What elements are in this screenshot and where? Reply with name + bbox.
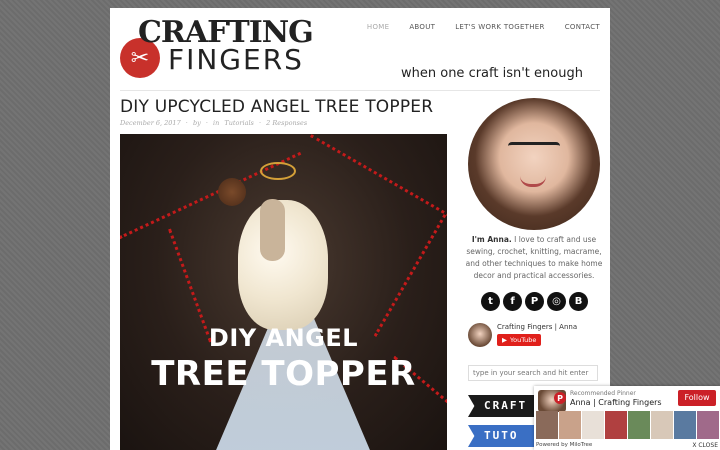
- youtube-avatar[interactable]: [468, 323, 492, 347]
- pinner-name[interactable]: Anna | Crafting Fingers: [570, 398, 662, 407]
- angel-halo: [260, 162, 296, 180]
- author-bio: I'm Anna. I love to craft and use sewing…: [465, 234, 603, 282]
- post-category-link[interactable]: Tutorials: [224, 119, 254, 127]
- glasses: [508, 142, 560, 159]
- nav-work-together[interactable]: LET'S WORK TOGETHER: [455, 23, 544, 31]
- search-input[interactable]: [468, 365, 598, 381]
- pinterest-icon[interactable]: P: [525, 292, 544, 311]
- youtube-subscribe-button[interactable]: ▶ YouTube: [497, 334, 542, 346]
- pin-thumbnail[interactable]: [536, 411, 558, 439]
- bloglovin-icon[interactable]: B: [569, 292, 588, 311]
- post-in: in: [213, 119, 220, 127]
- youtube-play-icon: ▶: [502, 336, 507, 344]
- youtube-widget: Crafting Fingers | Anna ▶ YouTube: [468, 323, 603, 349]
- facebook-icon[interactable]: f: [503, 292, 522, 311]
- post-title[interactable]: DIY UPCYCLED ANGEL TREE TOPPER: [120, 97, 433, 117]
- pin-thumbnail[interactable]: [651, 411, 673, 439]
- pin-thumbnail[interactable]: [697, 411, 719, 439]
- header-divider: [120, 90, 600, 91]
- pinterest-popup: P Recommended Pinner Anna | Crafting Fin…: [534, 386, 720, 450]
- site-logo[interactable]: ✂ CRAFTING FINGERS: [120, 16, 314, 81]
- angel-face: [260, 199, 285, 261]
- pin-thumbnail[interactable]: [674, 411, 696, 439]
- bead-garland: [309, 134, 447, 217]
- pinecone: [218, 178, 246, 206]
- post-date: December 6, 2017: [120, 119, 181, 127]
- nav-home[interactable]: HOME: [367, 23, 389, 31]
- hero-image[interactable]: DIY ANGEL TREE TOPPER: [120, 134, 447, 450]
- youtube-button-label: YouTube: [510, 336, 537, 344]
- pin-thumbnail[interactable]: [582, 411, 604, 439]
- instagram-icon[interactable]: ◎: [547, 292, 566, 311]
- post-responses-link[interactable]: 2 Responses: [266, 119, 307, 127]
- follow-button[interactable]: Follow: [678, 390, 716, 406]
- logo-text-bottom: FINGERS: [168, 43, 304, 76]
- pinner-subtitle: Recommended Pinner: [570, 390, 636, 397]
- hero-title-line2: TREE TOPPER: [151, 354, 416, 394]
- main-nav: HOME ABOUT LET'S WORK TOGETHER CONTACT: [367, 23, 600, 31]
- page-container: ✂ CRAFTING FINGERS HOME ABOUT LET'S WORK…: [110, 8, 610, 450]
- close-button[interactable]: X CLOSE: [692, 442, 718, 449]
- post-meta: December 6, 2017 · by · in Tutorials · 2…: [120, 119, 308, 127]
- pin-thumbnail[interactable]: [605, 411, 627, 439]
- post-by: by: [192, 119, 201, 127]
- bio-name: I'm Anna.: [471, 235, 512, 244]
- smile: [520, 176, 546, 187]
- powered-by-label[interactable]: Powered by MiloTree: [536, 442, 592, 448]
- nav-contact[interactable]: CONTACT: [565, 23, 600, 31]
- youtube-channel-name[interactable]: Crafting Fingers | Anna: [497, 323, 577, 331]
- pinterest-icon: P: [554, 392, 566, 404]
- site-tagline: when one craft isn't enough: [401, 66, 583, 81]
- author-avatar: [468, 98, 600, 230]
- pin-thumbnail[interactable]: [559, 411, 581, 439]
- hero-title-line1: DIY ANGEL: [208, 324, 359, 352]
- popup-footer: Powered by MiloTree X CLOSE: [536, 440, 718, 450]
- pin-thumbnail[interactable]: [628, 411, 650, 439]
- twitter-icon[interactable]: t: [481, 292, 500, 311]
- social-links: t f P ◎ B: [481, 292, 588, 311]
- nav-about[interactable]: ABOUT: [409, 23, 435, 31]
- pin-thumbnails: [536, 411, 719, 439]
- bead-garland: [373, 214, 447, 337]
